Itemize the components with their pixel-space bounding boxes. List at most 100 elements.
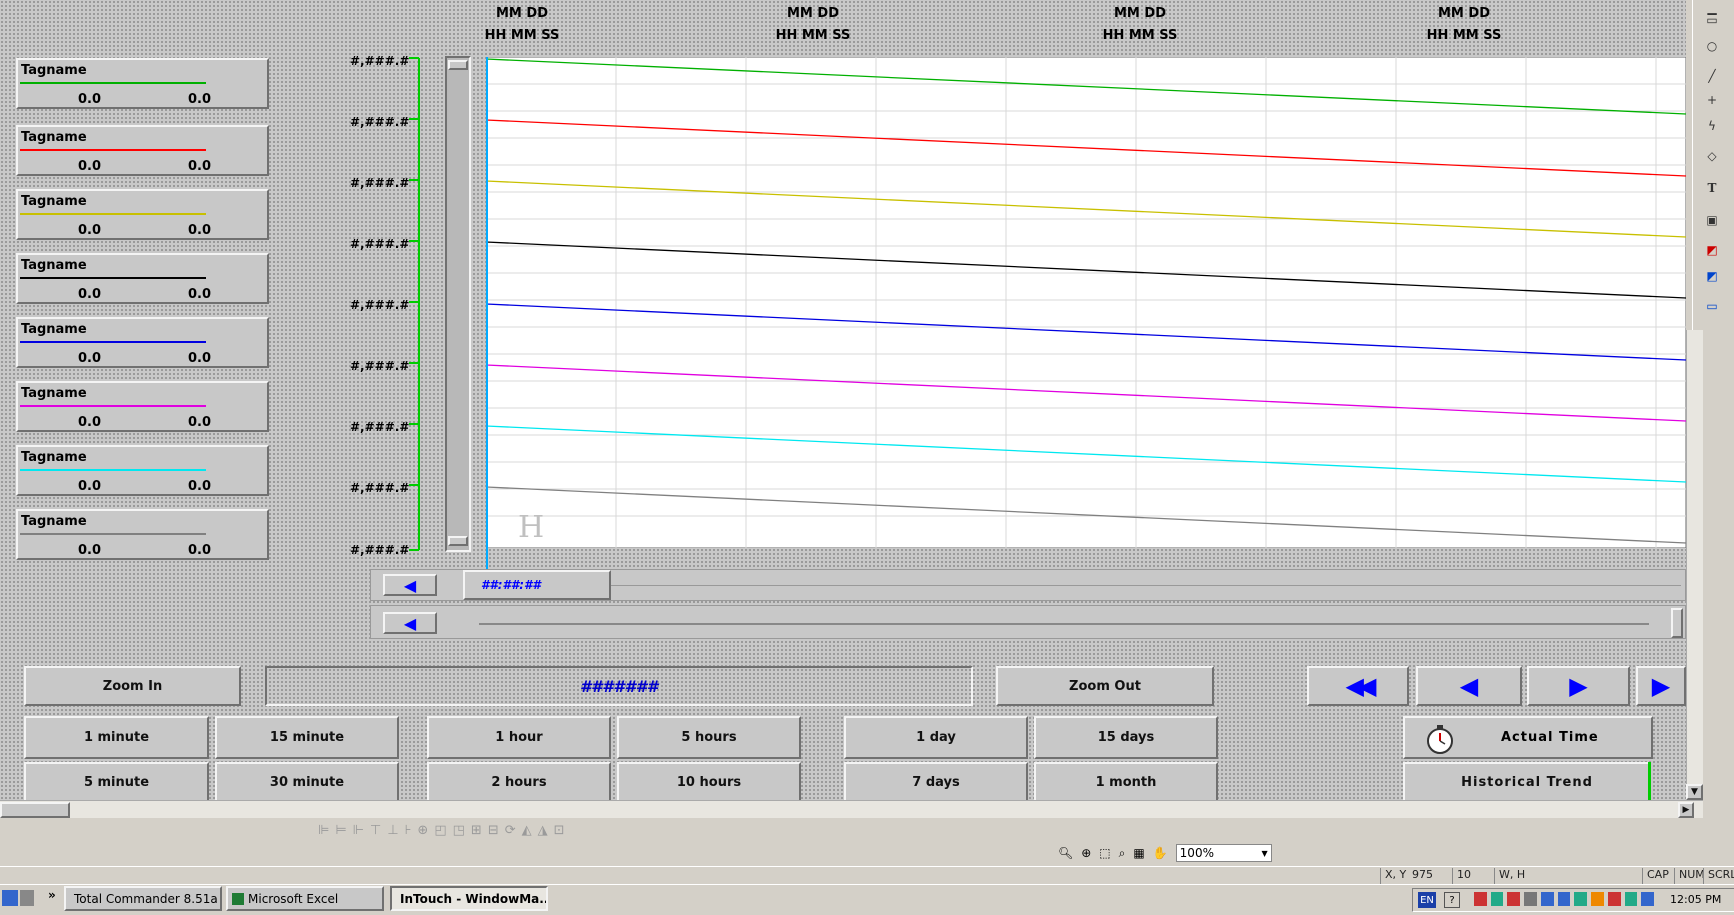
- zoom-selection-icon[interactable]: ⌕: [1119, 846, 1126, 861]
- tray-icon[interactable]: [1624, 892, 1638, 906]
- legend-item-5[interactable]: Tagname 0.0 0.0: [16, 317, 269, 368]
- quicklaunch-icon[interactable]: [20, 890, 34, 906]
- slider-bottom-handle[interactable]: [448, 536, 468, 546]
- legend-item-2[interactable]: Tagname 0.0 0.0: [16, 125, 269, 176]
- status-y-value: 10: [1452, 868, 1494, 884]
- time-15-minute-button[interactable]: 15 minute: [215, 716, 399, 759]
- ellipse-icon[interactable]: ○: [1704, 38, 1720, 54]
- time-scroll-bar-1[interactable]: ◀ ##:##:##: [370, 569, 1686, 601]
- tray-icon[interactable]: [1607, 892, 1621, 906]
- horizontal-scrollbar[interactable]: ▶: [0, 800, 1703, 818]
- vertical-scale-slider[interactable]: [445, 56, 471, 552]
- time-1-day-button[interactable]: 1 day: [844, 716, 1028, 759]
- tray-icon[interactable]: [1641, 892, 1655, 906]
- taskbar-item-excel[interactable]: Microsoft Excel: [226, 886, 384, 911]
- scroll-right-button[interactable]: ▶: [1678, 802, 1694, 818]
- taskbar-item-intouch[interactable]: InTouch - WindowMa...: [390, 886, 548, 911]
- time-10-hours-button[interactable]: 10 hours: [617, 762, 801, 802]
- scroll-time-box[interactable]: ##:##:##: [463, 570, 611, 600]
- button-icon[interactable]: ▭: [1704, 298, 1720, 314]
- realtime-trend-icon[interactable]: ◩: [1704, 242, 1720, 258]
- polyline-icon[interactable]: ϟ: [1704, 118, 1720, 134]
- time-2-hours-button[interactable]: 2 hours: [427, 762, 611, 802]
- tray-icon[interactable]: [1474, 892, 1487, 906]
- y-scale-ruler: [409, 57, 420, 551]
- zoom-level-select[interactable]: 100% ▼: [1175, 844, 1272, 862]
- slider-top-handle[interactable]: [448, 60, 468, 70]
- historical-trend-icon[interactable]: ◩: [1704, 268, 1720, 284]
- time-scroll-bar-2[interactable]: ◀: [370, 605, 1686, 639]
- time-5-minute-button[interactable]: 5 minute: [24, 762, 209, 802]
- legend-min-value: 0.0: [78, 543, 102, 558]
- stopwatch-icon: [1427, 725, 1453, 754]
- scroll-right-handle[interactable]: [1671, 608, 1683, 638]
- zoom-toolbar: 🔍︎ ⊕ ⬚ ⌕ ▦ ✋ 100% ▼: [1058, 842, 1308, 864]
- zoom-in-button[interactable]: Zoom In: [24, 666, 241, 706]
- legend-item-4[interactable]: Tagname 0.0 0.0: [16, 253, 269, 304]
- pan-hand-icon[interactable]: ✋: [1153, 846, 1168, 860]
- legend-item-3[interactable]: Tagname 0.0 0.0: [16, 189, 269, 240]
- cross-icon[interactable]: +: [1704, 92, 1720, 108]
- tray-icon[interactable]: [1574, 892, 1588, 906]
- tray-icon[interactable]: [1540, 892, 1554, 906]
- status-scrl: SCRL: [1703, 868, 1734, 884]
- time-1-month-button[interactable]: 1 month: [1034, 762, 1218, 802]
- step-forward-button[interactable]: ▶: [1527, 666, 1630, 706]
- legend-item-1[interactable]: Tagname 0.0 0.0: [16, 58, 269, 109]
- legend-min-value: 0.0: [78, 351, 102, 366]
- bitmap-icon[interactable]: ▣: [1704, 212, 1720, 228]
- group-icon: ⊞: [470, 822, 488, 838]
- scroll-down-button[interactable]: ▼: [1686, 784, 1703, 800]
- tray-icon[interactable]: [1591, 892, 1604, 906]
- line-icon[interactable]: ╱: [1704, 68, 1720, 84]
- time-5-hours-button[interactable]: 5 hours: [617, 716, 801, 759]
- quicklaunch-icon[interactable]: [2, 890, 18, 906]
- timestamp-header-date-3: MM DD: [1114, 6, 1166, 21]
- tray-icon[interactable]: [1490, 892, 1504, 906]
- historical-trend-indicator: [1648, 762, 1651, 800]
- help-icon[interactable]: ?: [1444, 892, 1460, 908]
- tray-icon[interactable]: [1557, 892, 1571, 906]
- fast-rewind-button[interactable]: ◀◀: [1307, 666, 1409, 706]
- polygon-icon[interactable]: ◇: [1704, 148, 1720, 164]
- trend-chart[interactable]: [486, 57, 1686, 548]
- rectangle-icon[interactable]: ▭: [1704, 12, 1720, 28]
- time-30-minute-button[interactable]: 30 minute: [215, 762, 399, 802]
- time-1-hour-button[interactable]: 1 hour: [427, 716, 611, 759]
- fast-forward-button[interactable]: ▶: [1636, 666, 1686, 706]
- legend-item-7[interactable]: Tagname 0.0 0.0: [16, 445, 269, 496]
- legend-min-value: 0.0: [78, 92, 102, 107]
- legend-max-value: 0.0: [188, 351, 212, 366]
- grid-icon[interactable]: ▦: [1133, 846, 1144, 860]
- scroll-left-button[interactable]: ◀: [383, 574, 437, 596]
- trend-background: [486, 57, 1686, 548]
- legend-tagname: Tagname: [21, 450, 87, 465]
- text-icon[interactable]: T: [1704, 180, 1720, 196]
- zoom-fit-icon[interactable]: ⬚: [1099, 846, 1110, 860]
- legend-item-8[interactable]: Tagname 0.0 0.0: [16, 509, 269, 560]
- zoom-out-icon[interactable]: 🔍︎: [1058, 846, 1073, 860]
- historical-trend-button[interactable]: Historical Trend: [1403, 762, 1651, 802]
- quicklaunch-expand-icon[interactable]: »: [48, 888, 56, 902]
- zoom-out-button[interactable]: Zoom Out: [996, 666, 1214, 706]
- taskbar-item-total-commander[interactable]: Total Commander 8.51a ...: [64, 886, 222, 911]
- vertical-scrollbar[interactable]: [1686, 330, 1703, 800]
- actual-time-button[interactable]: Actual Time: [1403, 716, 1653, 759]
- scroll-left-button[interactable]: ◀: [383, 612, 437, 634]
- align-toolbar: ⊫ ⊨ ⊩ ⊤ ⊥ ⊦ ⊕ ◰ ◳ ⊞ ⊟ ⟳ ◭ ◮ ⊡: [318, 818, 828, 842]
- time-7-days-button[interactable]: 7 days: [844, 762, 1028, 802]
- legend-item-6[interactable]: Tagname 0.0 0.0: [16, 381, 269, 432]
- zoom-in-icon[interactable]: ⊕: [1081, 846, 1091, 860]
- horizontal-scroll-thumb[interactable]: [0, 802, 70, 818]
- timestamp-header-time-1: HH MM SS: [484, 28, 560, 43]
- time-1-minute-button[interactable]: 1 minute: [24, 716, 209, 759]
- legend-max-value: 0.0: [188, 543, 212, 558]
- shield-icon[interactable]: [1507, 892, 1521, 906]
- time-15-days-button[interactable]: 15 days: [1034, 716, 1218, 759]
- timestamp-header-time-4: HH MM SS: [1426, 28, 1502, 43]
- ungroup-icon: ⊟: [487, 822, 505, 838]
- tray-icon[interactable]: [1524, 892, 1537, 906]
- step-back-button[interactable]: ◀: [1416, 666, 1522, 706]
- language-indicator[interactable]: EN: [1418, 892, 1436, 908]
- legend-tagname: Tagname: [21, 258, 87, 273]
